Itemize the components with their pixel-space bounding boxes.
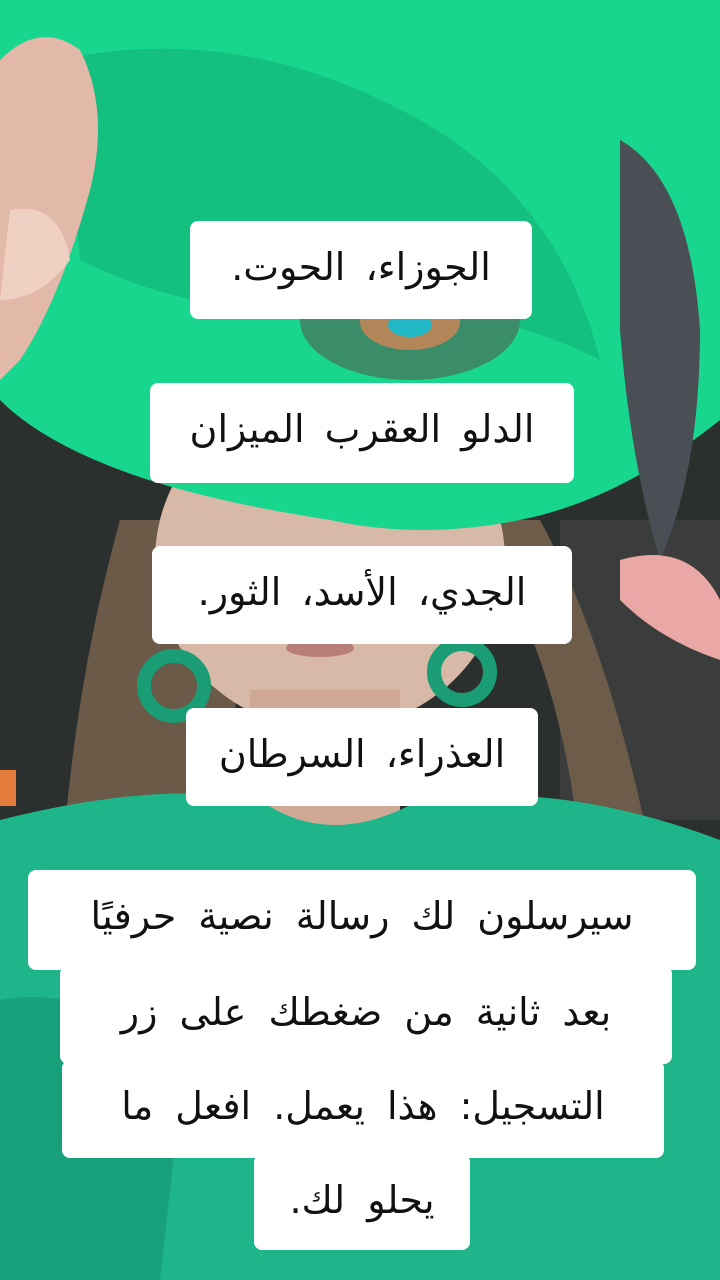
message-line-2: بعد ثانية من ضغطك على زر — [60, 966, 672, 1064]
zodiac-caption-1: الجوزاء، الحوت. — [190, 221, 532, 319]
zodiac-caption-4: العذراء، السرطان — [186, 708, 538, 806]
message-line-3: التسجيل: هذا يعمل. افعل ما — [62, 1060, 664, 1158]
zodiac-caption-2: الدلو العقرب الميزان — [150, 383, 574, 483]
zodiac-caption-3: الجدي، الأسد، الثور. — [152, 546, 572, 644]
message-line-4: يحلو لك. — [254, 1154, 470, 1250]
message-caption: سيرسلون لك رسالة نصية حرفيًا بعد ثانية م… — [0, 870, 720, 1250]
message-line-1: سيرسلون لك رسالة نصية حرفيًا — [28, 870, 696, 970]
